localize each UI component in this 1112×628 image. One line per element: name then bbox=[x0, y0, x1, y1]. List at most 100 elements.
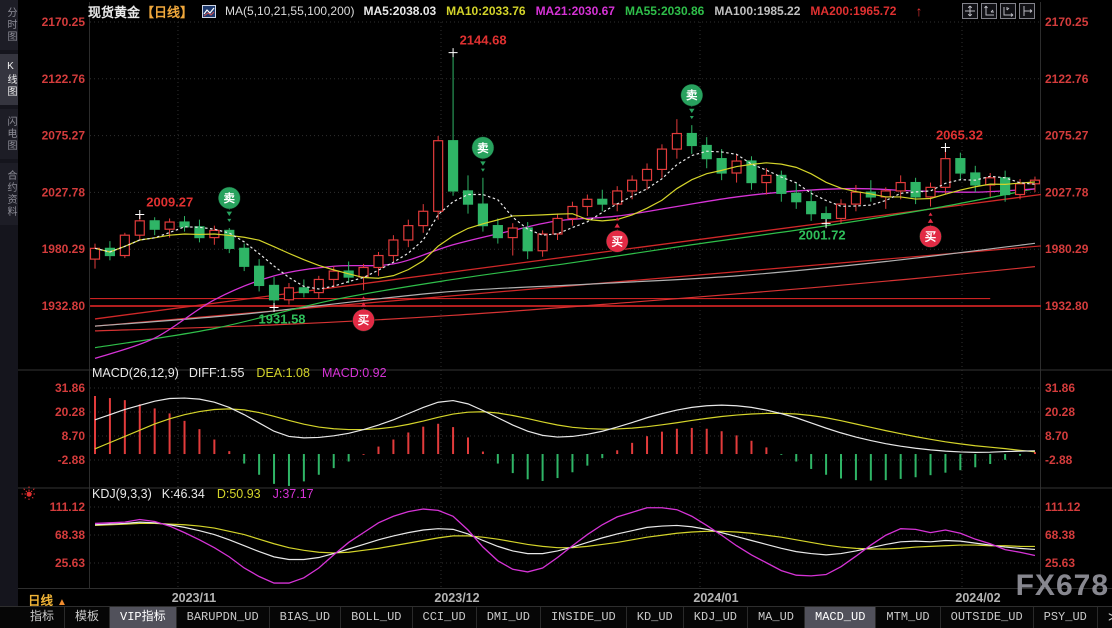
signal-label: 卖 bbox=[686, 88, 698, 102]
macd-bar bbox=[930, 454, 932, 475]
tab-kd_ud[interactable]: KD_UD bbox=[627, 607, 684, 628]
macd-bar bbox=[467, 437, 469, 454]
price-axis-label: 2027.78 bbox=[42, 185, 86, 199]
ma-value: MA55:2030.86 bbox=[625, 4, 704, 18]
macd-bar bbox=[243, 454, 245, 464]
header-toolbar bbox=[962, 3, 1035, 19]
candle bbox=[598, 199, 607, 204]
signal-label: 买 bbox=[611, 235, 623, 248]
candle bbox=[419, 211, 428, 225]
candle bbox=[299, 288, 308, 293]
watermark: FX678 bbox=[1016, 569, 1109, 603]
buy-signal: 买 bbox=[920, 212, 942, 247]
tab-outside_ud[interactable]: OUTSIDE_UD bbox=[941, 607, 1034, 628]
macd-bar bbox=[213, 440, 215, 455]
sell-signal: 卖 bbox=[472, 137, 494, 172]
macd-bar bbox=[676, 429, 678, 454]
chart-canvas[interactable]: 2170.252170.252122.762122.762075.272075.… bbox=[0, 0, 1112, 628]
price-axis-label: 2170.25 bbox=[42, 15, 86, 29]
candle bbox=[91, 248, 100, 259]
macd-bar bbox=[542, 454, 544, 481]
date-label: 2023/11 bbox=[172, 591, 217, 605]
price-axis-label: 31.86 bbox=[1045, 381, 1075, 395]
macd-bar bbox=[750, 441, 752, 454]
chart-type-icon[interactable] bbox=[202, 5, 216, 18]
tab-ma_ud[interactable]: MA_UD bbox=[748, 607, 805, 628]
price-axis-label: 68.38 bbox=[1045, 528, 1075, 542]
kdj-title: KDJ(9,3,3) bbox=[92, 487, 152, 501]
candle bbox=[150, 221, 159, 229]
macd-bar bbox=[512, 454, 514, 473]
price-axis-label: 2027.78 bbox=[1045, 185, 1089, 199]
price-axis-label: 8.70 bbox=[62, 429, 86, 443]
price-axis-label: 2122.76 bbox=[1045, 72, 1089, 86]
price-axis-label: 1932.80 bbox=[1045, 299, 1089, 313]
tab-kdj_ud[interactable]: KDJ_UD bbox=[684, 607, 748, 628]
tab-模板[interactable]: 模板 bbox=[65, 607, 110, 628]
sidebar: 分时图 K线图闪电图合约资料 bbox=[0, 0, 18, 628]
tab-dmi_ud[interactable]: DMI_UD bbox=[477, 607, 541, 628]
sidebar-tab-kline-chart[interactable]: K线图 bbox=[0, 54, 18, 105]
tab-指标[interactable]: 指标 bbox=[20, 607, 65, 628]
macd-bar bbox=[989, 454, 991, 464]
ma-value: MA200:1965.72 bbox=[810, 4, 896, 18]
candle bbox=[523, 228, 532, 251]
tab-vip指标[interactable]: VIP指标 bbox=[110, 607, 177, 628]
tab-cci_ud[interactable]: CCI_UD bbox=[413, 607, 477, 628]
ma-value: MA10:2033.76 bbox=[446, 4, 525, 18]
macd-bar bbox=[616, 450, 618, 454]
price-axis-label: 25.63 bbox=[55, 556, 85, 570]
macd-bar bbox=[661, 432, 663, 454]
pan-icon[interactable] bbox=[962, 3, 978, 19]
macd-bar bbox=[586, 454, 588, 466]
sell-signal: 卖 bbox=[218, 187, 240, 222]
extreme-cross-marker bbox=[135, 210, 144, 219]
candles-layer bbox=[91, 53, 1040, 308]
indicator-marker-icon[interactable] bbox=[21, 486, 37, 507]
tab-≫[interactable]: ≫ bbox=[1098, 607, 1112, 628]
kdj-values: K:46.34 D:50.93 J:37.17 bbox=[162, 487, 326, 501]
panel-value: J:37.17 bbox=[273, 487, 314, 501]
panel-value: D:50.93 bbox=[217, 487, 261, 501]
macd-bar bbox=[1034, 452, 1036, 454]
tab-mtm_ud[interactable]: MTM_UD bbox=[876, 607, 940, 628]
tab-inside_ud[interactable]: INSIDE_UD bbox=[541, 607, 627, 628]
price-axis-label: 20.28 bbox=[55, 405, 85, 419]
macd-bar bbox=[94, 396, 96, 454]
x-axis-scale-icon[interactable] bbox=[1000, 3, 1016, 19]
tab-psy_ud[interactable]: PSY_UD bbox=[1034, 607, 1098, 628]
candle bbox=[687, 134, 696, 146]
macd-bar bbox=[422, 427, 424, 454]
price-annotation: 2065.32 bbox=[936, 128, 983, 143]
sidebar-tab-lightning-chart[interactable]: 闪电图 bbox=[0, 109, 18, 159]
overlay-ma55 bbox=[95, 189, 1035, 348]
macd-bar bbox=[915, 454, 917, 477]
sidebar-tab-time-share-chart[interactable]: 分时图 bbox=[0, 0, 18, 50]
trade-signals: 卖买卖买卖买 bbox=[218, 84, 941, 331]
pane-split-icon[interactable] bbox=[1019, 3, 1035, 19]
tab-bias_ud[interactable]: BIAS_UD bbox=[270, 607, 341, 628]
tab-barupdn_ud[interactable]: BARUPDN_UD bbox=[177, 607, 270, 628]
macd-bar bbox=[959, 454, 961, 470]
macd-bar bbox=[452, 427, 454, 454]
sidebar-tab-contract-info[interactable]: 合约资料 bbox=[0, 163, 18, 225]
price-axis-label: 1980.29 bbox=[1045, 242, 1089, 256]
macd-bar bbox=[825, 454, 827, 475]
candle bbox=[195, 227, 204, 238]
candle bbox=[672, 134, 681, 150]
candle bbox=[583, 199, 592, 206]
price-axis-label: 20.28 bbox=[1045, 405, 1075, 419]
tab-boll_ud[interactable]: BOLL_UD bbox=[341, 607, 412, 628]
candle bbox=[657, 149, 666, 169]
y-axis-scale-icon[interactable] bbox=[981, 3, 997, 19]
panel-value: K:46.34 bbox=[162, 487, 205, 501]
ma-value: MA21:2030.67 bbox=[536, 4, 615, 18]
candle bbox=[613, 191, 622, 204]
macd-panel-title: MACD(26,12,9) DIFF:1.55DEA:1.08MACD:0.92 bbox=[92, 366, 399, 380]
candle bbox=[1001, 178, 1010, 195]
tab-macd_ud[interactable]: MACD_UD bbox=[805, 607, 876, 628]
panel-value: DEA:1.08 bbox=[256, 366, 310, 380]
price-axis-label: 31.86 bbox=[55, 381, 85, 395]
macd-bar bbox=[407, 432, 409, 454]
panel-value: MACD:0.92 bbox=[322, 366, 387, 380]
